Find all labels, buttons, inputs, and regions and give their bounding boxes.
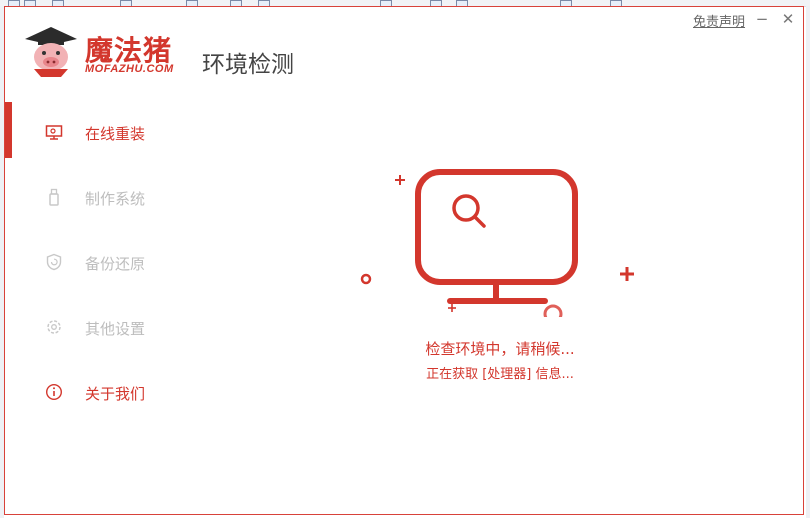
sidebar-item-label: 在线重装 [85,125,146,143]
sidebar-item-backup-restore[interactable]: 备份还原 [5,231,195,296]
active-indicator [5,102,12,158]
sidebar-item-label: 制作系统 [85,190,146,208]
shield-restore-icon [46,253,62,271]
monitor-icon [415,169,578,285]
desktop-background-right [806,6,810,518]
sidebar-item-label: 其他设置 [85,320,146,338]
sidebar-item-label: 关于我们 [85,385,146,403]
sidebar-item-online-reinstall[interactable]: 在线重装 [5,101,195,166]
monitor-icon [45,125,63,140]
status-message: 检查环境中，请稍候... [425,340,575,358]
info-icon [45,383,63,401]
magnifier-icon [452,194,486,228]
plus-icon [395,175,405,185]
plus-icon [448,304,456,312]
small-circle-decoration [360,273,372,285]
close-button[interactable]: ✕ [779,9,797,29]
plus-icon [620,267,634,281]
page-title: 环境检测 [202,52,294,78]
pig-mascot-icon [25,27,77,77]
app-logo: 魔法猪 MOFAZHU.COM [21,25,181,77]
sidebar-item-about-us[interactable]: 关于我们 [5,361,195,426]
minimize-button[interactable]: − [753,9,771,29]
environment-check-illustration [360,169,634,317]
app-window: 魔法猪 MOFAZHU.COM 环境检测 免责声明 − ✕ 在线重装 制作系统 [4,6,804,515]
sidebar-nav: 在线重装 制作系统 备份还原 其他设置 关于我们 [5,101,195,426]
status-detail: 正在获取 [处理器] 信息... [426,367,574,382]
gear-icon [47,320,61,334]
usb-drive-icon [49,188,59,206]
logo-domain: MOFAZHU.COM [85,63,174,75]
sidebar-item-other-settings[interactable]: 其他设置 [5,296,195,361]
disclaimer-link[interactable]: 免责声明 [693,11,745,30]
sidebar-item-make-system[interactable]: 制作系统 [5,166,195,231]
ring-decoration [543,304,563,317]
sidebar-item-label: 备份还原 [85,255,146,273]
